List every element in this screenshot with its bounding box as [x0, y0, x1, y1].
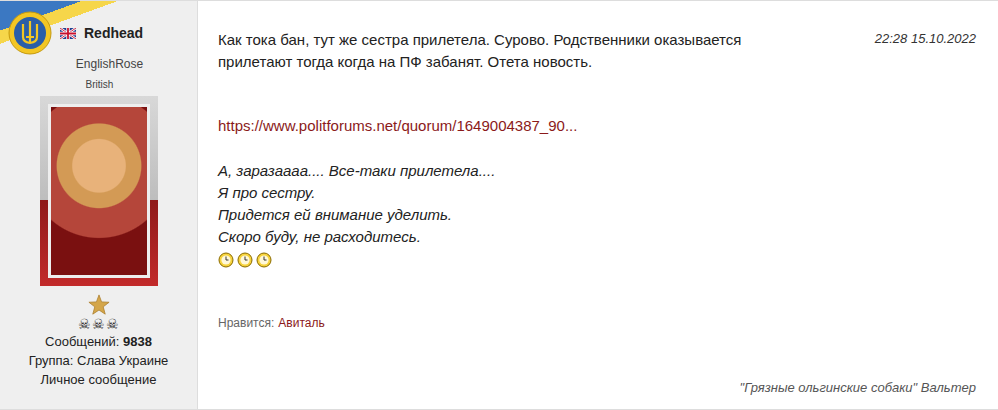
avatar-photo: [40, 96, 158, 286]
post-time: 22:28 15.10.2022: [875, 29, 976, 46]
clock-smiley-icon: [218, 252, 234, 268]
likes: Нравится:Авиталь: [218, 316, 976, 330]
rank-skulls: ☠☠☠: [78, 316, 120, 332]
author-header: Redhead EnglishRose British: [0, 1, 197, 94]
smileys: [218, 252, 976, 268]
post-italic-text: А, заразаааа.... Все-таки прилетела....Я…: [218, 160, 976, 248]
uk-flag-icon: [60, 28, 76, 39]
italic-line: А, заразаааа.... Все-таки прилетела....: [218, 160, 976, 182]
like-user[interactable]: Авиталь: [278, 316, 324, 330]
user-group: Группа: Слава Украине: [29, 351, 169, 370]
private-message-link[interactable]: Личное сообщение: [41, 370, 157, 389]
italic-line: Придется ей внимание уделить.: [218, 204, 976, 226]
clock-smiley-icon: [256, 252, 272, 268]
user-nick: EnglishRose: [56, 57, 143, 71]
post-header: Как тока бан, тут же сестра прилетела. С…: [218, 29, 976, 73]
post-count: Сообщений: 9838: [45, 332, 152, 351]
post-text-line: прилетают тогда когда на ПФ забанят. Оте…: [218, 51, 741, 73]
author-panel: Redhead EnglishRose British ☠☠☠Сообщений: 9…: [0, 1, 198, 409]
post-link[interactable]: https://www.politforums.net/quorum/16490…: [218, 117, 976, 134]
clock-smiley-icon: [237, 252, 253, 268]
italic-line: Скоро буду, не расходитесь.: [218, 226, 976, 248]
star-icon: [88, 294, 110, 316]
italic-line: Я про сестру.: [218, 182, 976, 204]
post-body: Как тока бан, тут же сестра прилетела. С…: [198, 1, 998, 409]
user-country: British: [86, 79, 114, 90]
post-text-line: Как тока бан, тут же сестра прилетела. С…: [218, 29, 741, 51]
signature: "Грязные ольгинские собаки" Вальтер: [740, 380, 976, 395]
username[interactable]: Redhead: [84, 25, 143, 41]
trident-emblem-icon: [8, 11, 52, 55]
forum-post: Redhead EnglishRose British ☠☠☠Сообщений: 9…: [0, 0, 998, 410]
post-text: Как тока бан, тут же сестра прилетела. С…: [218, 29, 741, 73]
